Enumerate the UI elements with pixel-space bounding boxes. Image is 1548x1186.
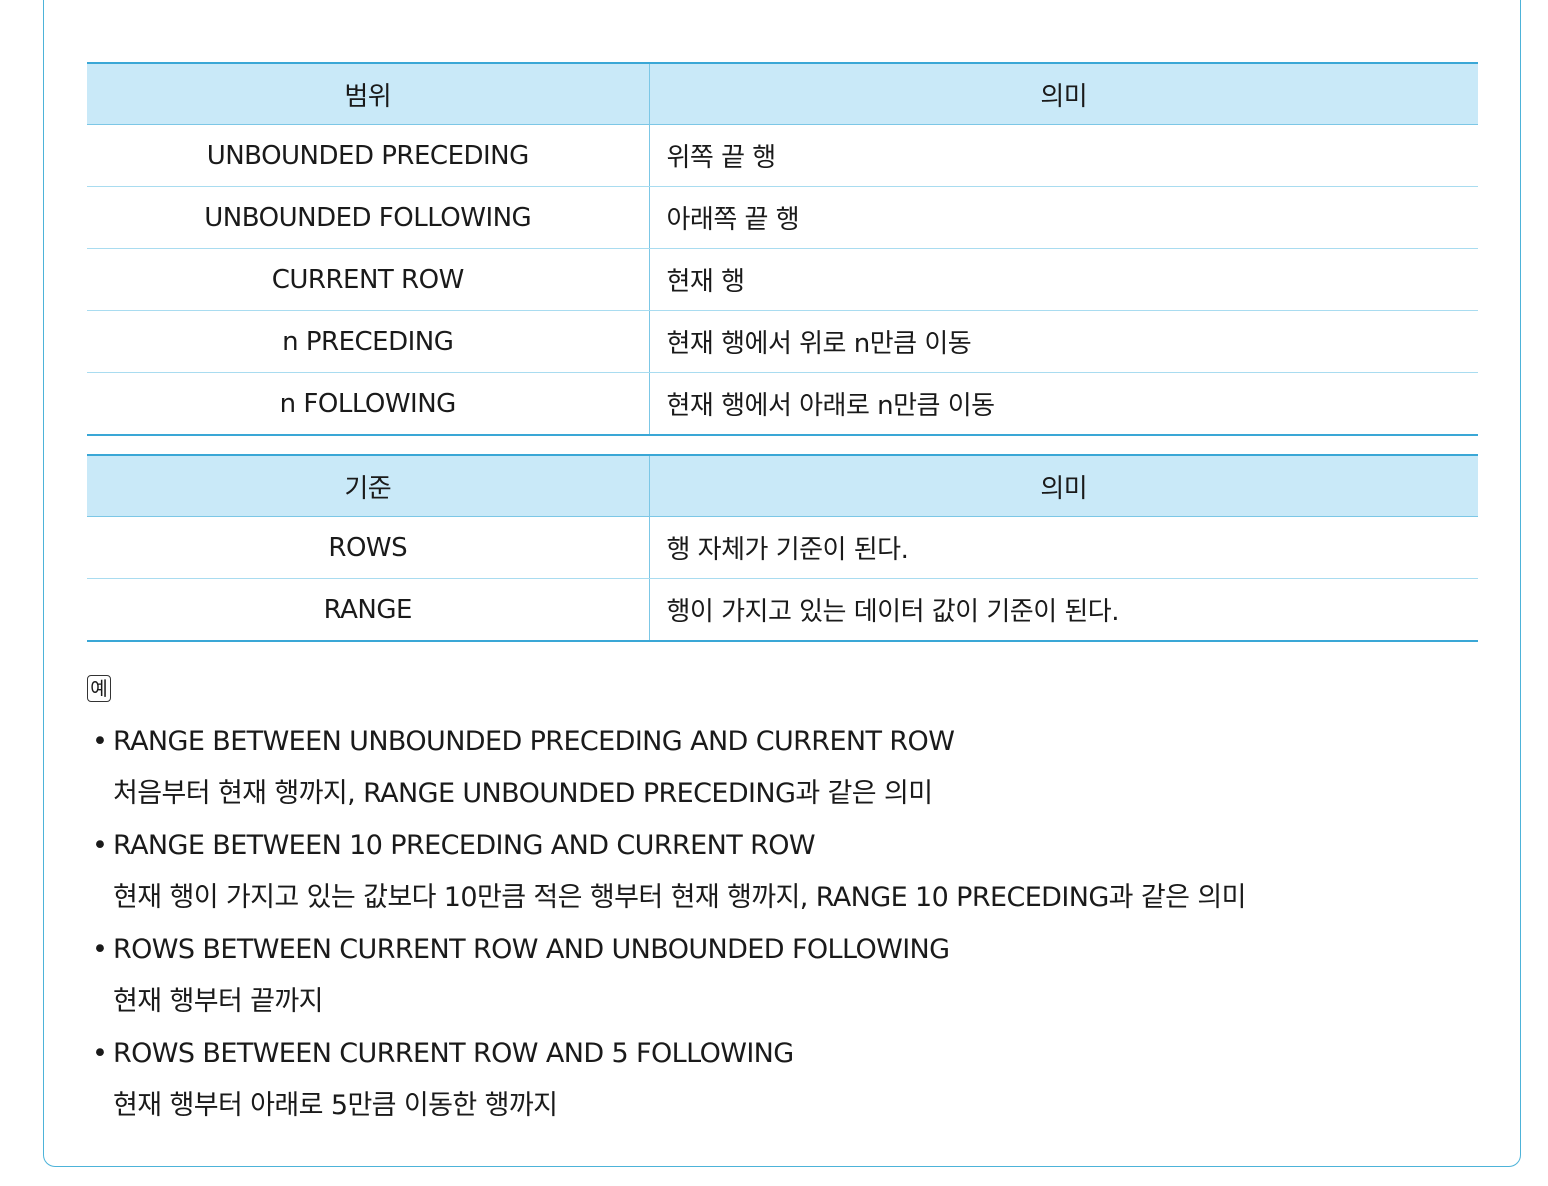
column-header-basis: 기준 bbox=[87, 454, 649, 517]
bullet-icon: • bbox=[92, 830, 108, 861]
basis-meaning: 행이 가지고 있는 데이터 값이 기준이 된다. bbox=[648, 578, 1478, 642]
table-row: RANGE 행이 가지고 있는 데이터 값이 기준이 된다. bbox=[87, 578, 1478, 642]
range-meaning: 현재 행에서 아래로 n만큼 이동 bbox=[648, 372, 1478, 436]
basis-meaning: 행 자체가 기준이 된다. bbox=[648, 516, 1478, 579]
range-key: CURRENT ROW bbox=[87, 248, 649, 311]
table-row: n FOLLOWING 현재 행에서 아래로 n만큼 이동 bbox=[87, 372, 1478, 436]
table-row: CURRENT ROW 현재 행 bbox=[87, 248, 1478, 311]
example-list: • RANGE BETWEEN UNBOUNDED PRECEDING AND C… bbox=[92, 718, 1512, 1134]
table-row: UNBOUNDED PRECEDING 위쪽 끝 행 bbox=[87, 124, 1478, 187]
range-meaning: 현재 행 bbox=[648, 248, 1478, 311]
example-description: 현재 행부터 끝까지 bbox=[113, 986, 323, 1017]
table-row: UNBOUNDED FOLLOWING 아래쪽 끝 행 bbox=[87, 186, 1478, 249]
range-meaning: 아래쪽 끝 행 bbox=[648, 186, 1478, 249]
table-header-row: 기준 의미 bbox=[87, 454, 1478, 517]
column-header-range: 범위 bbox=[87, 62, 649, 125]
example-code: • ROWS BETWEEN CURRENT ROW AND 5 FOLLOWIN… bbox=[92, 1030, 1512, 1082]
example-description: 현재 행이 가지고 있는 값보다 10만큼 적은 행부터 현재 행까지, RAN… bbox=[113, 882, 1246, 913]
example-code-text: ROWS BETWEEN CURRENT ROW AND UNBOUNDED F… bbox=[113, 934, 950, 965]
column-header-meaning: 의미 bbox=[648, 454, 1478, 517]
list-item: • ROWS BETWEEN CURRENT ROW AND 5 FOLLOWIN… bbox=[92, 1030, 1512, 1134]
example-code-text: RANGE BETWEEN 10 PRECEDING AND CURRENT R… bbox=[113, 830, 816, 861]
example-label: 예 bbox=[87, 675, 111, 702]
example-description: 현재 행부터 아래로 5만큼 이동한 행까지 bbox=[113, 1090, 558, 1121]
example-code-text: ROWS BETWEEN CURRENT ROW AND 5 FOLLOWING bbox=[113, 1038, 794, 1069]
range-meaning: 위쪽 끝 행 bbox=[648, 124, 1478, 187]
column-header-meaning: 의미 bbox=[648, 62, 1478, 125]
example-code: • RANGE BETWEEN 10 PRECEDING AND CURRENT … bbox=[92, 822, 1512, 874]
range-table: 범위 의미 UNBOUNDED PRECEDING 위쪽 끝 행 UNBOUND… bbox=[87, 62, 1478, 436]
example-description: 처음부터 현재 행까지, RANGE UNBOUNDED PRECEDING과 … bbox=[113, 778, 933, 809]
bullet-icon: • bbox=[92, 1038, 108, 1069]
example-code-text: RANGE BETWEEN UNBOUNDED PRECEDING AND CU… bbox=[113, 726, 955, 757]
list-item: • RANGE BETWEEN 10 PRECEDING AND CURRENT … bbox=[92, 822, 1512, 926]
example-code: • ROWS BETWEEN CURRENT ROW AND UNBOUNDED … bbox=[92, 926, 1512, 978]
range-meaning: 현재 행에서 위로 n만큼 이동 bbox=[648, 310, 1478, 373]
basis-key: ROWS bbox=[87, 516, 649, 579]
table-row: n PRECEDING 현재 행에서 위로 n만큼 이동 bbox=[87, 310, 1478, 373]
bullet-icon: • bbox=[92, 934, 108, 965]
range-key: n PRECEDING bbox=[87, 310, 649, 373]
range-key: UNBOUNDED PRECEDING bbox=[87, 124, 649, 187]
range-key: UNBOUNDED FOLLOWING bbox=[87, 186, 649, 249]
basis-table: 기준 의미 ROWS 행 자체가 기준이 된다. RANGE 행이 가지고 있는… bbox=[87, 454, 1478, 642]
range-key: n FOLLOWING bbox=[87, 372, 649, 436]
table-row: ROWS 행 자체가 기준이 된다. bbox=[87, 516, 1478, 579]
list-item: • RANGE BETWEEN UNBOUNDED PRECEDING AND C… bbox=[92, 718, 1512, 822]
basis-key: RANGE bbox=[87, 578, 649, 642]
table-header-row: 범위 의미 bbox=[87, 62, 1478, 125]
list-item: • ROWS BETWEEN CURRENT ROW AND UNBOUNDED … bbox=[92, 926, 1512, 1030]
bullet-icon: • bbox=[92, 726, 108, 757]
example-code: • RANGE BETWEEN UNBOUNDED PRECEDING AND C… bbox=[92, 718, 1512, 770]
